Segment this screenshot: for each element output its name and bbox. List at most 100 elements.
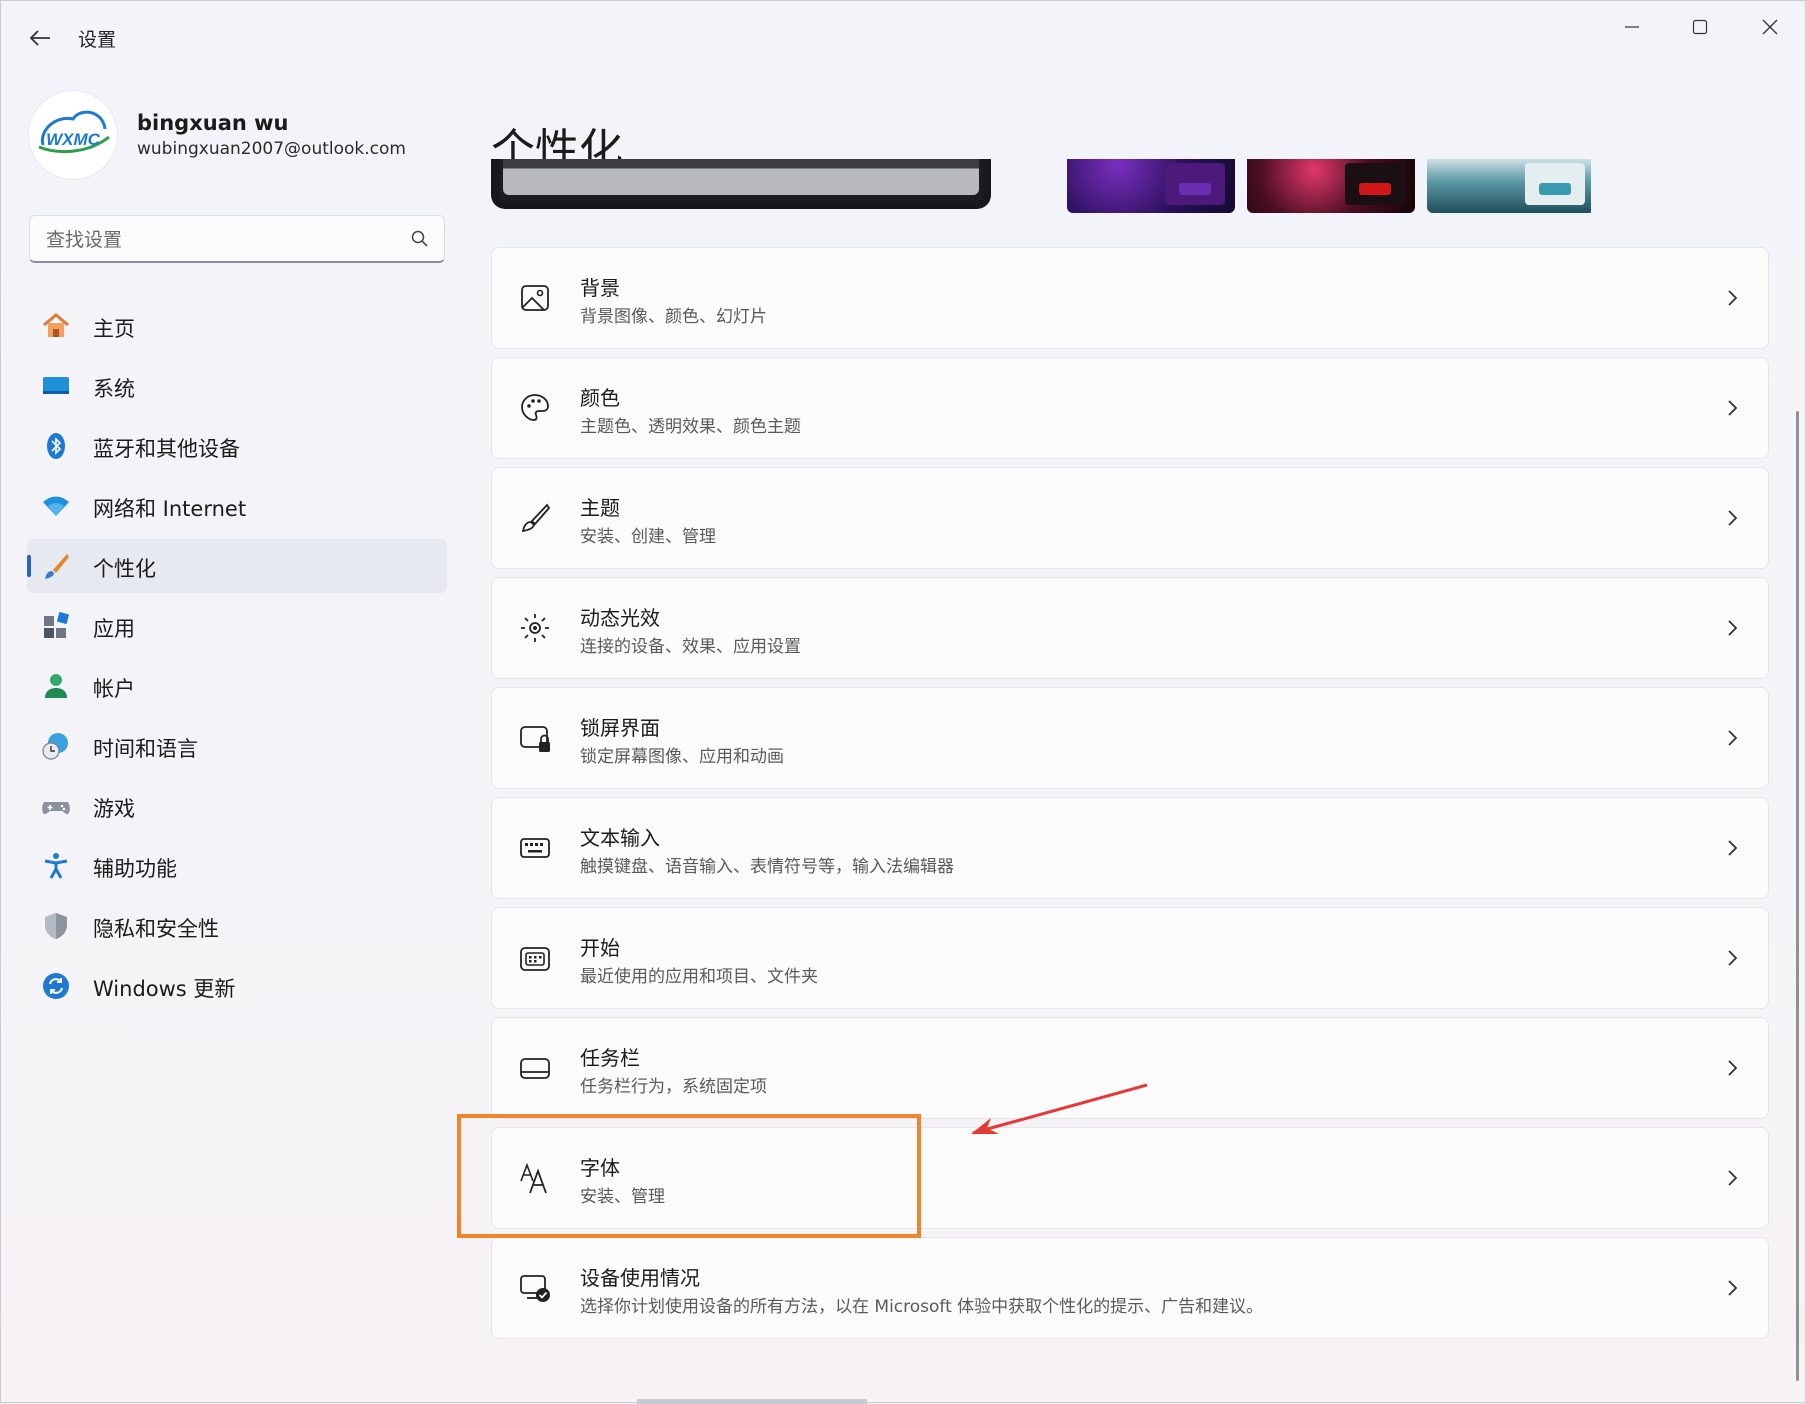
setting-title: 任务栏 bbox=[580, 1046, 640, 1070]
sidebar-item-bluetooth[interactable]: 蓝牙和其他设备 bbox=[27, 419, 447, 473]
bottom-edge-tab bbox=[637, 1399, 867, 1404]
minimize-icon bbox=[1625, 26, 1639, 28]
chevron-right-icon bbox=[1728, 730, 1738, 746]
accessibility-icon bbox=[44, 853, 68, 879]
user-name: bingxuan wu bbox=[137, 111, 289, 135]
sidebar-item-accounts[interactable]: 帐户 bbox=[27, 659, 447, 713]
sidebar-item-label: 隐私和安全性 bbox=[93, 917, 219, 941]
setting-start[interactable]: 开始 最近使用的应用和项目、文件夹 bbox=[491, 907, 1769, 1009]
search-box[interactable] bbox=[29, 215, 445, 263]
sidebar-nav: 主页 系统 蓝牙和其他设备 网络和 Internet 个性化 应用 帐户 时间和… bbox=[27, 299, 447, 1019]
theme-thumbnail[interactable] bbox=[1247, 159, 1415, 213]
home-icon bbox=[43, 313, 69, 337]
app-title: 设置 bbox=[78, 29, 117, 51]
setting-title: 文本输入 bbox=[580, 826, 660, 850]
sidebar-item-time-language[interactable]: 时间和语言 bbox=[27, 719, 447, 773]
setting-description: 背景图像、颜色、幻灯片 bbox=[580, 307, 767, 327]
chevron-right-icon bbox=[1728, 290, 1738, 306]
sidebar-item-gaming[interactable]: 游戏 bbox=[27, 779, 447, 833]
taskbar-icon bbox=[520, 1058, 550, 1079]
device-usage-icon bbox=[520, 1275, 550, 1302]
globe-clock-icon bbox=[42, 733, 68, 760]
setting-themes[interactable]: 主题 安装、创建、管理 bbox=[491, 467, 1769, 569]
sidebar-item-label: 系统 bbox=[93, 377, 135, 401]
highlight-box bbox=[457, 1114, 921, 1238]
sun-lighting-icon bbox=[521, 614, 549, 642]
chevron-right-icon bbox=[1728, 1170, 1738, 1186]
chevron-right-icon bbox=[1728, 840, 1738, 856]
setting-title: 锁屏界面 bbox=[580, 716, 660, 740]
chevron-right-icon bbox=[1728, 620, 1738, 636]
sidebar-item-label: 应用 bbox=[93, 617, 135, 641]
wifi-icon bbox=[43, 496, 69, 516]
setting-description: 选择你计划使用设备的所有方法，以在 Microsoft 体验中获取个性化的提示、… bbox=[580, 1297, 1264, 1317]
close-icon bbox=[1762, 19, 1778, 35]
sidebar-item-home[interactable]: 主页 bbox=[27, 299, 447, 353]
start-menu-icon bbox=[520, 947, 550, 971]
setting-description: 连接的设备、效果、应用设置 bbox=[580, 637, 801, 657]
sidebar-item-apps[interactable]: 应用 bbox=[27, 599, 447, 653]
setting-description: 任务栏行为，系统固定项 bbox=[580, 1077, 767, 1097]
chevron-right-icon bbox=[1728, 1280, 1738, 1296]
setting-title: 开始 bbox=[580, 936, 620, 960]
setting-title: 背景 bbox=[580, 276, 620, 300]
lock-screen-icon bbox=[520, 726, 550, 752]
account-icon bbox=[45, 674, 67, 698]
title-bar: 设置 bbox=[1, 1, 1805, 73]
maximize-icon bbox=[1692, 19, 1708, 35]
sidebar-item-label: 个性化 bbox=[93, 557, 156, 581]
brush-outline-icon bbox=[521, 503, 551, 533]
sidebar-item-personalization[interactable]: 个性化 bbox=[27, 539, 447, 593]
red-arrow-annotation bbox=[971, 1083, 1148, 1135]
chevron-right-icon bbox=[1728, 400, 1738, 416]
sidebar-item-network[interactable]: 网络和 Internet bbox=[27, 479, 447, 533]
sidebar-item-label: 帐户 bbox=[93, 677, 135, 701]
setting-description: 触摸键盘、语音输入、表情符号等，输入法编辑器 bbox=[580, 857, 954, 877]
setting-lock-screen[interactable]: 锁屏界面 锁定屏幕图像、应用和动画 bbox=[491, 687, 1769, 789]
setting-description: 主题色、透明效果、颜色主题 bbox=[580, 417, 801, 437]
brush-icon bbox=[45, 554, 69, 579]
maximize-button[interactable] bbox=[1669, 7, 1731, 47]
gamepad-icon bbox=[42, 802, 70, 815]
sidebar-item-label: 时间和语言 bbox=[93, 737, 198, 761]
sidebar-item-label: 网络和 Internet bbox=[93, 497, 247, 521]
sidebar-item-windows-update[interactable]: Windows 更新 bbox=[27, 959, 447, 1013]
image-icon bbox=[521, 285, 549, 311]
system-icon bbox=[43, 377, 69, 394]
setting-background[interactable]: 背景 背景图像、颜色、幻灯片 bbox=[491, 247, 1769, 349]
setting-title: 设备使用情况 bbox=[580, 1266, 700, 1290]
sidebar-item-label: 游戏 bbox=[93, 797, 135, 821]
close-button[interactable] bbox=[1739, 7, 1801, 47]
shield-icon bbox=[45, 913, 67, 939]
setting-text-input[interactable]: 文本输入 触摸键盘、语音输入、表情符号等，输入法编辑器 bbox=[491, 797, 1769, 899]
setting-device-usage[interactable]: 设备使用情况 选择你计划使用设备的所有方法，以在 Microsoft 体验中获取… bbox=[491, 1237, 1769, 1339]
sidebar-item-system[interactable]: 系统 bbox=[27, 359, 447, 413]
setting-title: 颜色 bbox=[580, 386, 620, 410]
sidebar-item-label: 辅助功能 bbox=[93, 857, 177, 881]
back-arrow-icon bbox=[29, 30, 50, 46]
avatar[interactable]: WXMC bbox=[29, 91, 117, 179]
setting-description: 安装、创建、管理 bbox=[580, 527, 716, 547]
minimize-button[interactable] bbox=[1601, 7, 1663, 47]
setting-colors[interactable]: 颜色 主题色、透明效果、颜色主题 bbox=[491, 357, 1769, 459]
svg-text:WXMC: WXMC bbox=[46, 130, 101, 149]
bluetooth-icon bbox=[47, 433, 65, 459]
scrollbar[interactable] bbox=[1796, 411, 1799, 1381]
palette-icon bbox=[521, 394, 549, 421]
sidebar-item-privacy[interactable]: 隐私和安全性 bbox=[27, 899, 447, 953]
user-email: wubingxuan2007@outlook.com bbox=[137, 139, 406, 159]
settings-window: 设置 WXMC bingxuan wu wubingxuan2007@outlo… bbox=[0, 0, 1806, 1404]
update-icon bbox=[43, 973, 69, 999]
sidebar-item-accessibility[interactable]: 辅助功能 bbox=[27, 839, 447, 893]
apps-icon bbox=[44, 611, 70, 638]
search-icon[interactable] bbox=[410, 229, 430, 249]
search-input[interactable] bbox=[44, 224, 388, 256]
setting-dynamic-lighting[interactable]: 动态光效 连接的设备、效果、应用设置 bbox=[491, 577, 1769, 679]
chevron-right-icon bbox=[1728, 510, 1738, 526]
theme-thumbnail[interactable] bbox=[1067, 159, 1235, 213]
theme-thumbnail[interactable] bbox=[1427, 159, 1591, 213]
setting-description: 锁定屏幕图像、应用和动画 bbox=[580, 747, 784, 767]
back-button[interactable] bbox=[23, 21, 57, 55]
keyboard-icon bbox=[520, 838, 550, 858]
sidebar-item-label: Windows 更新 bbox=[93, 977, 236, 1001]
